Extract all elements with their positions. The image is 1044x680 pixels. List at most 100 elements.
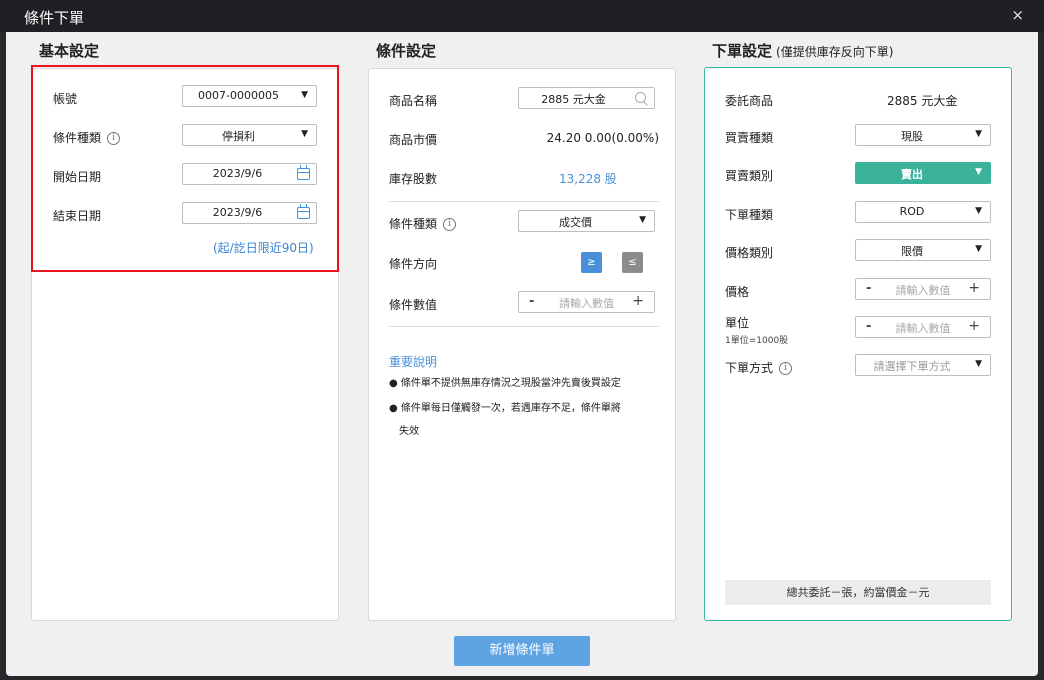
info-icon[interactable]: i <box>107 132 121 145</box>
cond-type-label: 條件種類 <box>389 217 438 231</box>
unit-placeholder: 請輸入數值 <box>895 322 951 335</box>
minus-button[interactable]: - <box>866 319 871 334</box>
order-title: 下單設定 <box>712 42 773 60</box>
market-price-label: 商品市價 <box>389 133 438 147</box>
side-value: 賣出 <box>901 168 923 181</box>
start-date-label: 開始日期 <box>53 170 102 184</box>
cond-type-value: 成交價 <box>559 216 592 229</box>
price-label: 價格 <box>725 285 750 299</box>
order-type-select[interactable]: ROD ▼ <box>855 201 991 223</box>
side-label: 買賣類別 <box>725 169 774 183</box>
condition-type-select[interactable]: 停損利 ▼ <box>182 124 317 146</box>
minus-button[interactable]: - <box>866 281 871 296</box>
market-price-row: 商品市價 24.20 0.00(0.00%) <box>369 126 675 152</box>
note-title: 重要說明 <box>389 355 438 369</box>
order-product-row: 委託商品 2885 元大金 <box>705 87 1011 113</box>
cond-value-label: 條件數值 <box>389 298 438 312</box>
account-value: 0007-0000005 <box>198 89 279 102</box>
start-date-value: 2023/9/6 <box>212 167 263 180</box>
trade-type-label: 買賣種類 <box>725 131 774 145</box>
close-icon[interactable]: × <box>1011 6 1024 24</box>
cond-type-select[interactable]: 成交價 ▼ <box>518 210 655 232</box>
cond-value-stepper[interactable]: - 請輸入數值 + <box>518 291 655 313</box>
order-card: 委託商品 2885 元大金 買賣種類 現股 ▼ 買賣類別 賣出 ▼ 下單種類 R… <box>704 67 1012 621</box>
method-label: 下單方式 <box>725 361 774 375</box>
chevron-down-icon: ▼ <box>975 129 982 139</box>
order-type-row: 下單種類 ROD ▼ <box>705 201 1011 227</box>
product-value: 2885 元大金 <box>541 93 606 106</box>
method-select[interactable]: 請選擇下單方式 ▼ <box>855 354 991 376</box>
add-condition-order-button[interactable]: 新增條件單 <box>454 636 590 666</box>
price-type-select[interactable]: 限價 ▼ <box>855 239 991 261</box>
side-select[interactable]: 賣出 ▼ <box>855 162 991 184</box>
account-label: 帳號 <box>53 92 78 106</box>
note-line-2: ● 條件單每日僅觸發一次，若遇庫存不足，條件單將 <box>389 403 621 414</box>
order-section-title: 下單設定 (僅提供庫存反向下單) <box>712 40 893 61</box>
account-row: 帳號 0007-0000005 ▼ <box>33 85 337 111</box>
chevron-down-icon: ▼ <box>975 359 982 369</box>
calendar-icon[interactable] <box>297 165 310 180</box>
end-date-input[interactable]: 2023/9/6 <box>182 202 317 224</box>
cond-value-row: 條件數值 - 請輸入數值 + <box>369 291 675 317</box>
window-title: 條件下單 <box>24 9 85 27</box>
info-icon[interactable]: i <box>443 218 457 231</box>
greater-equal-button[interactable]: ≥ <box>581 252 602 273</box>
less-equal-button[interactable]: ≤ <box>622 252 643 273</box>
order-subtitle: (僅提供庫存反向下單) <box>776 45 894 59</box>
price-stepper[interactable]: - 請輸入數值 + <box>855 278 991 300</box>
trade-type-row: 買賣種類 現股 ▼ <box>705 124 1011 150</box>
product-row: 商品名稱 2885 元大金 <box>369 87 675 113</box>
plus-button[interactable]: + <box>968 280 980 296</box>
start-date-input[interactable]: 2023/9/6 <box>182 163 317 185</box>
condition-type-label: 條件種類 <box>53 131 102 145</box>
price-row: 價格 - 請輸入數值 + <box>705 278 1011 304</box>
basic-highlight-box: 帳號 0007-0000005 ▼ 條件種類 i 停損利 ▼ 開始日期 2023/… <box>31 65 339 272</box>
start-date-row: 開始日期 2023/9/6 <box>33 163 337 189</box>
method-row: 下單方式 i 請選擇下單方式 ▼ <box>705 354 1011 380</box>
price-type-value: 限價 <box>901 245 923 258</box>
order-product-value: 2885 元大金 <box>887 94 958 108</box>
title-bar: 條件下單 × <box>0 0 1044 32</box>
order-type-label: 下單種類 <box>725 208 774 222</box>
price-type-row: 價格類別 限價 ▼ <box>705 239 1011 265</box>
price-placeholder: 請輸入數值 <box>895 284 951 297</box>
cond-type-row: 條件種類 i 成交價 ▼ <box>369 210 675 236</box>
method-placeholder: 請選擇下單方式 <box>873 360 951 373</box>
search-icon[interactable] <box>635 92 646 103</box>
info-icon[interactable]: i <box>779 362 793 375</box>
note-line-3: 失效 <box>399 426 419 437</box>
chevron-down-icon: ▼ <box>975 244 982 254</box>
total-summary: 總共委託－張，約當價金－元 <box>725 580 991 605</box>
chevron-down-icon: ▼ <box>975 167 982 177</box>
unit-label: 單位 <box>725 316 750 330</box>
minus-button[interactable]: - <box>529 294 534 309</box>
unit-label-wrap: 單位 1單位=1000股 <box>725 314 788 346</box>
condition-card: 商品名稱 2885 元大金 商品市價 24.20 0.00(0.00%) 庫存股… <box>368 68 676 621</box>
trade-type-select[interactable]: 現股 ▼ <box>855 124 991 146</box>
calendar-icon[interactable] <box>297 204 310 219</box>
stock-row: 庫存股數 13,228 股 <box>369 165 675 191</box>
cond-type-label-wrap: 條件種類 i <box>389 215 457 232</box>
condition-type-label-wrap: 條件種類 i <box>53 129 121 146</box>
divider <box>389 201 659 202</box>
cond-value-placeholder: 請輸入數值 <box>559 297 614 310</box>
price-type-label: 價格類別 <box>725 246 774 260</box>
app-window: 條件下單 × 基本設定 帳號 0007-0000005 ▼ 條件種類 i 停損利 … <box>0 0 1044 680</box>
condition-type-row: 條件種類 i 停損利 ▼ <box>33 124 337 150</box>
product-label: 商品名稱 <box>389 94 438 108</box>
chevron-down-icon: ▼ <box>639 215 646 225</box>
chevron-down-icon: ▼ <box>301 90 308 100</box>
divider <box>389 326 659 327</box>
unit-note: 1單位=1000股 <box>725 336 789 346</box>
product-search-input[interactable]: 2885 元大金 <box>518 87 655 109</box>
side-row: 買賣類別 賣出 ▼ <box>705 162 1011 188</box>
note-line-1: ● 條件單不提供無庫存情況之現股當沖先賣後買設定 <box>389 378 621 389</box>
plus-button[interactable]: + <box>968 318 980 334</box>
plus-button[interactable]: + <box>632 293 644 309</box>
unit-stepper[interactable]: - 請輸入數值 + <box>855 316 991 338</box>
condition-section-title: 條件設定 <box>376 42 437 60</box>
direction-label: 條件方向 <box>389 257 438 271</box>
order-product-label: 委託商品 <box>725 94 774 108</box>
end-date-row: 結束日期 2023/9/6 <box>33 202 337 228</box>
account-select[interactable]: 0007-0000005 ▼ <box>182 85 317 107</box>
